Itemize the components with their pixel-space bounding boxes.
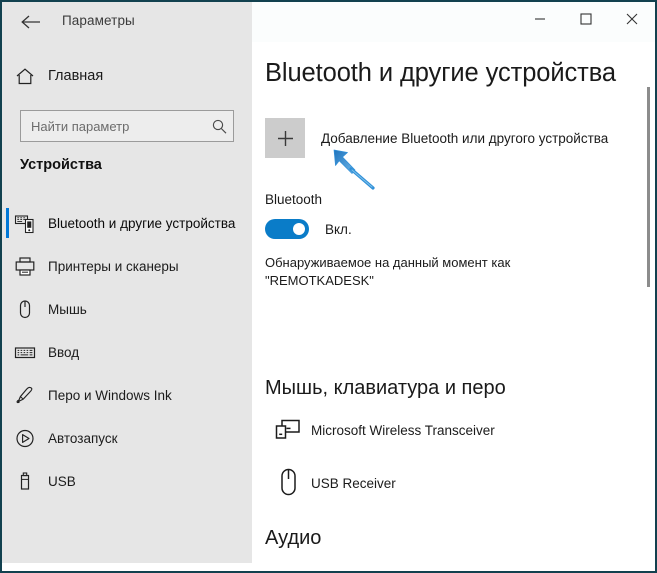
add-device-button[interactable]: Добавление Bluetooth или другого устройс…: [265, 118, 608, 158]
sidebar-item-typing-label: Ввод: [48, 345, 80, 360]
sidebar: Главная Устройства: [2, 42, 252, 563]
close-button[interactable]: [609, 2, 655, 36]
home-icon: [2, 67, 48, 86]
transceiver-icon: [265, 417, 311, 443]
discoverable-text: Обнаруживаемое на данный момент как "REM…: [265, 255, 511, 288]
sidebar-item-mouse-label: Мышь: [48, 302, 87, 317]
sidebar-nav: Bluetooth и другие устройства Принтеры и…: [2, 202, 252, 503]
back-button[interactable]: [10, 6, 52, 38]
bluetooth-toggle[interactable]: [265, 219, 309, 239]
mouse-icon: [2, 299, 48, 320]
plus-icon: [265, 118, 305, 158]
sidebar-item-autoplay[interactable]: Автозапуск: [2, 417, 252, 460]
app-title: Параметры: [62, 13, 135, 28]
sidebar-item-printers-label: Принтеры и сканеры: [48, 259, 179, 274]
sidebar-item-typing[interactable]: Ввод: [2, 331, 252, 374]
sidebar-item-pen-label: Перо и Windows Ink: [48, 388, 172, 403]
settings-window: Параметры Главная Найти параметр Устройс…: [0, 0, 657, 573]
content-scrollbar-thumb[interactable]: [647, 87, 650, 287]
search-icon[interactable]: [205, 118, 233, 135]
usb-icon: [2, 471, 48, 492]
minimize-icon: [534, 13, 546, 25]
page-title: Bluetooth и другие устройства: [265, 59, 616, 87]
sidebar-item-pen[interactable]: Перо и Windows Ink: [2, 374, 252, 417]
window-controls: [517, 2, 655, 36]
toggle-knob: [293, 223, 305, 235]
search-box[interactable]: [20, 110, 234, 142]
bluetooth-toggle-state: Вкл.: [325, 221, 352, 237]
bluetooth-toggle-row: Вкл.: [265, 219, 352, 239]
pen-icon: [2, 385, 48, 406]
keyboard-icon: [2, 342, 48, 363]
group-heading-audio: Аудио: [265, 527, 322, 549]
sidebar-item-home[interactable]: Главная: [2, 56, 252, 96]
autoplay-icon: [2, 428, 48, 449]
selection-indicator: [6, 208, 9, 238]
device-row-usb-receiver[interactable]: USB Receiver: [265, 467, 396, 499]
content-pane: Bluetooth и другие устройства Добавление…: [252, 42, 655, 571]
sidebar-item-mouse[interactable]: Мышь: [2, 288, 252, 331]
device-name-usb-receiver: USB Receiver: [311, 475, 396, 491]
printer-icon: [2, 256, 48, 277]
sidebar-item-home-label: Главная: [48, 68, 104, 84]
sidebar-group-title: Устройства: [20, 157, 102, 173]
sidebar-item-bluetooth-label: Bluetooth и другие устройства: [48, 216, 236, 231]
search-input[interactable]: [21, 118, 205, 134]
sidebar-item-printers[interactable]: Принтеры и сканеры: [2, 245, 252, 288]
maximize-button[interactable]: [563, 2, 609, 36]
device-row-transceiver[interactable]: Microsoft Wireless Transceiver: [265, 417, 495, 443]
close-icon: [626, 13, 638, 25]
bluetooth-label: Bluetooth: [265, 192, 323, 207]
add-device-label: Добавление Bluetooth или другого устройс…: [321, 130, 609, 146]
minimize-button[interactable]: [517, 2, 563, 36]
maximize-icon: [580, 13, 592, 25]
group-heading-mouse-keyboard-pen: Мышь, клавиатура и перо: [265, 377, 506, 399]
back-arrow-icon: [20, 14, 42, 30]
sidebar-item-usb[interactable]: USB: [2, 460, 252, 503]
sidebar-item-bluetooth[interactable]: Bluetooth и другие устройства: [2, 202, 252, 245]
sidebar-item-autoplay-label: Автозапуск: [48, 431, 118, 446]
sidebar-item-usb-label: USB: [48, 474, 76, 489]
device-name-transceiver: Microsoft Wireless Transceiver: [311, 422, 495, 438]
mouse-device-icon: [265, 467, 311, 499]
title-bar: Параметры: [2, 2, 655, 42]
